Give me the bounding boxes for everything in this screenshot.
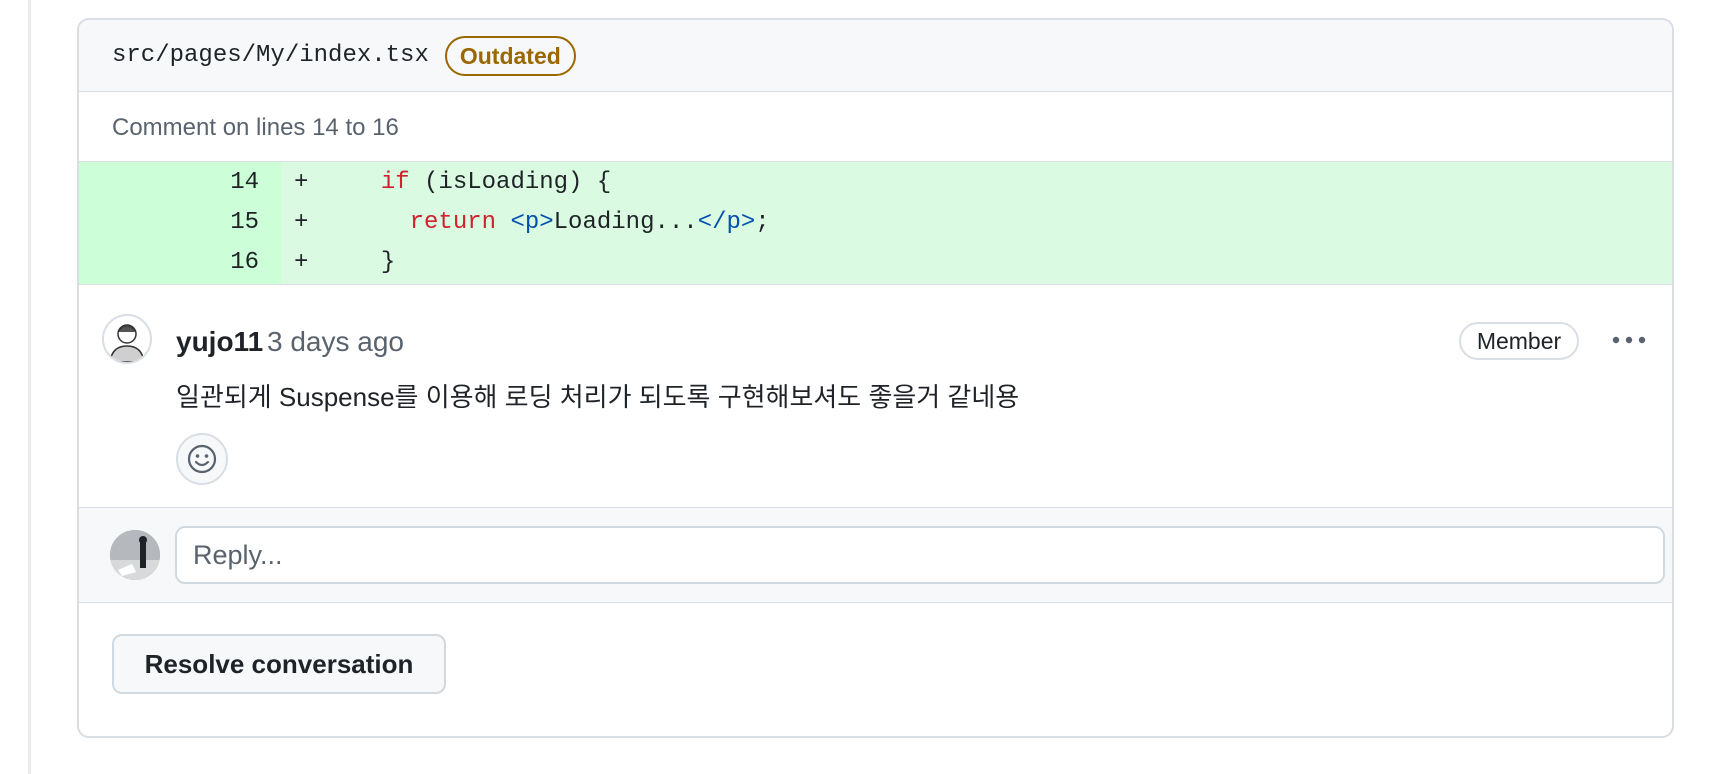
- diff-sign: +: [294, 209, 309, 236]
- reply-bar: [79, 507, 1672, 603]
- smiley-icon: [187, 444, 217, 474]
- code-tag-close: </p>: [697, 209, 756, 236]
- comment-author[interactable]: yujo11: [176, 326, 263, 358]
- diff-sign: +: [294, 169, 309, 196]
- outdated-badge: Outdated: [444, 35, 576, 76]
- code-line: if (isLoading) {: [352, 163, 611, 203]
- diff-snippet: 14 + if (isLoading) { 15 + return <p>Loa…: [79, 161, 1672, 285]
- file-header: src/pages/My/index.tsx Outdated: [79, 20, 1672, 92]
- timeline-line: [28, 0, 31, 774]
- line-number: 14: [230, 169, 259, 196]
- comment-timestamp[interactable]: 3 days ago: [267, 326, 404, 358]
- add-reaction-button[interactable]: [176, 433, 228, 485]
- avatar-illustration-icon: [109, 324, 145, 362]
- current-user-avatar: [110, 530, 160, 580]
- reply-input[interactable]: [175, 526, 1665, 584]
- code-text: }: [380, 249, 396, 276]
- kebab-horizontal-icon[interactable]: [1609, 321, 1649, 357]
- line-number: 15: [230, 209, 259, 236]
- resolve-conversation-button[interactable]: Resolve conversation: [112, 634, 446, 694]
- more-options-icon: [1612, 336, 1646, 344]
- comment-body: 일관되게 Suspense를 이용해 로딩 처리가 되도록 구현해보셔도 좋을거…: [176, 382, 1020, 412]
- avatar[interactable]: [102, 314, 152, 364]
- comment-range-label: Comment on lines 14 to 16: [112, 114, 399, 141]
- code-line: return <p>Loading...</p>;: [352, 203, 770, 243]
- code-text: Loading...: [553, 209, 698, 236]
- code-tag-open: <p>: [510, 209, 554, 236]
- diff-line: 15 + return <p>Loading...</p>;: [79, 203, 1672, 243]
- code-text: (isLoading) {: [409, 169, 612, 196]
- review-thread: src/pages/My/index.tsx Outdated Comment …: [77, 18, 1674, 738]
- code-punct: ;: [755, 209, 770, 236]
- diff-line: 16 + }: [79, 243, 1672, 283]
- diff-line: 14 + if (isLoading) {: [79, 163, 1672, 203]
- file-path[interactable]: src/pages/My/index.tsx: [112, 42, 429, 69]
- code-keyword: if: [380, 169, 410, 196]
- code-keyword: return: [409, 209, 497, 236]
- avatar-photo-icon: [110, 530, 160, 580]
- member-badge: Member: [1459, 322, 1579, 360]
- line-number: 16: [230, 249, 259, 276]
- diff-sign: +: [294, 249, 309, 276]
- code-line: }: [352, 243, 395, 283]
